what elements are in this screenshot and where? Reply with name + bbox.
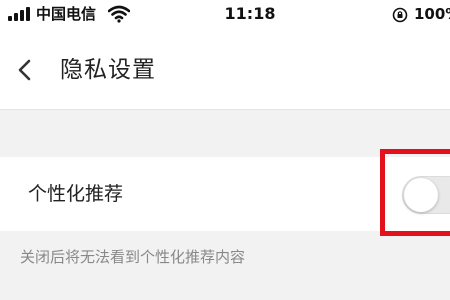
signal-icon [8, 7, 32, 21]
setting-row-personalized-recommendation[interactable]: 个性化推荐 [0, 157, 450, 231]
status-time: 11:18 [224, 4, 276, 23]
page-title: 隐私设置 [60, 57, 156, 83]
orientation-lock-icon [392, 7, 408, 23]
chevron-left-icon [18, 59, 31, 81]
back-button[interactable] [10, 52, 40, 88]
carrier-name: 中国电信 [36, 5, 97, 23]
setting-description: 关闭后将无法看到个性化推荐内容 [20, 248, 246, 266]
wifi-icon [108, 5, 130, 23]
status-bar: 中国电信 11:18 100% [0, 0, 450, 30]
toggle-knob [404, 178, 438, 212]
personalized-recommendation-toggle[interactable] [402, 176, 450, 214]
setting-label: 个性化推荐 [28, 183, 124, 205]
battery-percentage: 100% [414, 5, 450, 23]
navigation-bar: 隐私设置 [0, 30, 450, 110]
